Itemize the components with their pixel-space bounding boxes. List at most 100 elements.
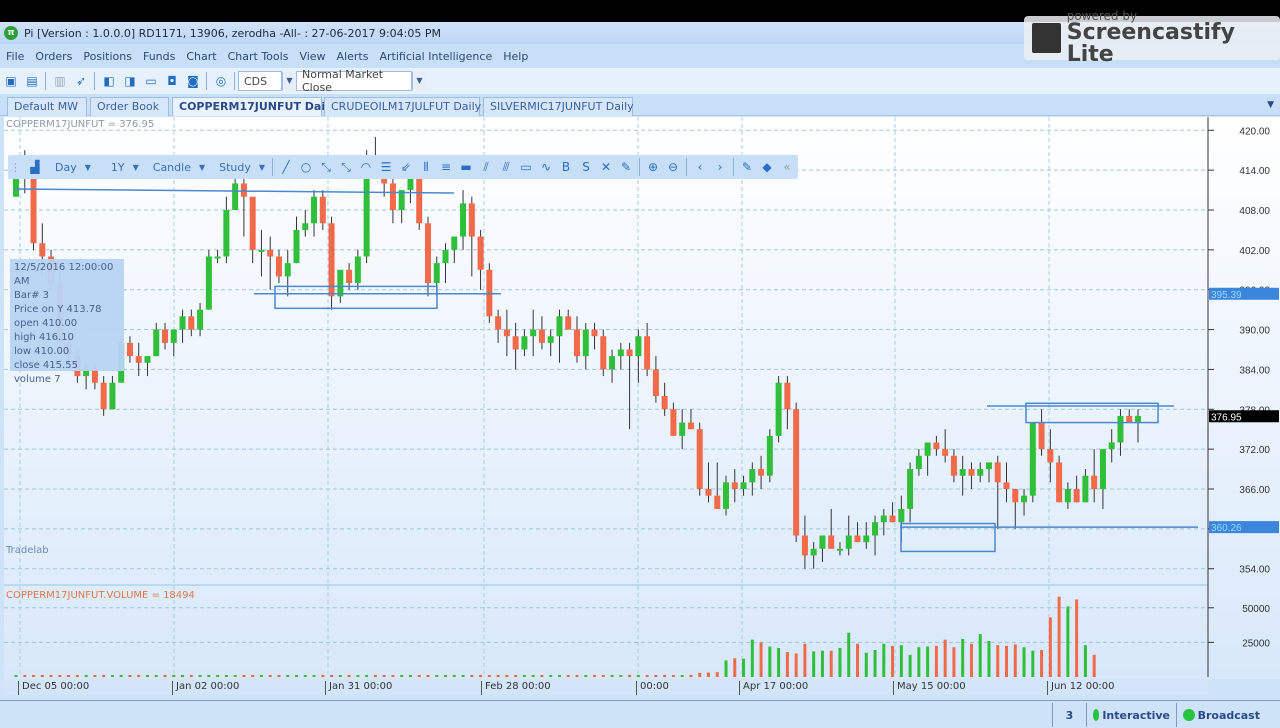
volume-bar (663, 675, 667, 677)
x-tick-label: Jan 31 00:00 (325, 681, 392, 695)
rocket-icon[interactable]: ➶ (73, 73, 89, 89)
candle-body (538, 329, 545, 343)
volume-bar (584, 675, 588, 677)
candle-body (451, 236, 458, 250)
menu-file[interactable]: File (6, 50, 24, 63)
chart-area[interactable]: 420.00414.00408.00402.00396.00390.00384.… (4, 117, 1280, 679)
chevron-down-icon[interactable]: ▼ (259, 163, 265, 172)
edit-icon[interactable]: ✎ (739, 160, 756, 174)
book-edit-icon[interactable]: ◨ (122, 73, 138, 89)
candle-body (170, 329, 177, 343)
tab-crudeoil-daily[interactable]: CRUDEOILM17JULFUT Daily (324, 97, 481, 116)
parallel-lines-2-icon[interactable]: ⫻ (498, 160, 515, 175)
save-icon[interactable]: ▤ (24, 73, 40, 89)
globe-icon[interactable]: ◎ (213, 73, 229, 89)
candle-body (723, 482, 730, 509)
volume-bar (286, 675, 290, 677)
chart-type-icon[interactable]: ▟ (27, 160, 44, 174)
drag-handle[interactable]: ⋮ (10, 161, 21, 174)
candle-body (30, 170, 37, 244)
menu-help[interactable]: Help (503, 50, 528, 63)
menu-orders[interactable]: Orders (35, 50, 72, 63)
volume-bar (1031, 650, 1035, 677)
menu-view[interactable]: View (299, 50, 325, 63)
range-select[interactable]: 1Y (111, 161, 125, 174)
price-chart[interactable]: 420.00414.00408.00402.00396.00390.00384.… (4, 117, 1280, 679)
rectangle-tool-icon[interactable]: ▭ (518, 160, 535, 174)
sell-marker-icon[interactable]: S (578, 160, 595, 174)
menu-chart-tools[interactable]: Chart Tools (228, 50, 289, 63)
cross-marker-icon[interactable]: ✕ (598, 160, 615, 174)
arc-tool-icon[interactable]: ◠ (358, 160, 375, 174)
candle-body (740, 482, 747, 489)
briefcase-closed-icon[interactable]: ◘ (164, 73, 180, 89)
x-tick-label: Feb 28 00:00 (481, 681, 551, 695)
new-window-icon[interactable]: ▣ (3, 73, 19, 89)
candle-body (258, 249, 265, 252)
price-marker-label: 395.39 (1211, 290, 1242, 301)
collapse-toolbar-icon[interactable]: « (779, 160, 796, 174)
vertical-bars-icon[interactable]: ⦀ (418, 160, 435, 175)
menu-positions[interactable]: Positions (83, 50, 132, 63)
chevron-down-icon[interactable]: ▼ (282, 72, 296, 90)
candle-body (793, 409, 800, 536)
parallel-lines-icon[interactable]: ⫽ (478, 160, 495, 175)
volume-bar (812, 651, 816, 677)
chevron-down-icon[interactable]: ▼ (133, 163, 139, 172)
candle-body (731, 482, 738, 489)
chevron-down-icon[interactable]: ▼ (199, 163, 205, 172)
volume-bar (110, 675, 114, 677)
briefcase-icon[interactable]: ▭ (143, 73, 159, 89)
x-tick-label: Apr 17 00:00 (739, 681, 808, 695)
volume-bar (601, 675, 605, 677)
circle-tool-icon[interactable]: ○ (298, 160, 315, 174)
tab-order-book[interactable]: Order Book (90, 97, 169, 116)
scroll-right-icon[interactable]: › (712, 160, 729, 174)
filled-rect-icon[interactable]: ▬ (458, 160, 475, 174)
tab-default-mw[interactable]: Default MW (7, 97, 87, 116)
arrow-tool-icon[interactable]: ⤡ (318, 160, 335, 175)
eraser-icon[interactable]: ◆ (759, 160, 776, 174)
menu-funds[interactable]: Funds (143, 50, 175, 63)
volume-bar (759, 642, 763, 677)
candle-body (1082, 475, 1089, 503)
volume-bar (899, 645, 903, 677)
horizontal-lines-icon[interactable]: ≡ (438, 160, 455, 174)
volume-bar (987, 641, 991, 677)
arrow-tool-2-icon[interactable]: ⤡ (338, 160, 355, 175)
bars-tool-icon[interactable]: ☰ (378, 160, 395, 174)
volume-bar (119, 675, 123, 677)
candle-body (758, 469, 765, 476)
chart-icon[interactable]: ▥ (52, 73, 68, 89)
candle-body (319, 196, 326, 224)
market-status-select[interactable]: Normal Market Close (296, 68, 412, 94)
exchange-select[interactable]: CDS (238, 71, 282, 91)
zoom-in-icon[interactable]: ⊕ (645, 160, 662, 174)
style-select[interactable]: Candle (153, 161, 191, 174)
volume-bar (856, 643, 859, 677)
tab-silver-daily[interactable]: SILVERMIC17JUNFUT Daily (483, 97, 634, 116)
menu-alerts[interactable]: Alerts (337, 50, 369, 63)
briefcase-blue-icon[interactable]: ◙ (185, 73, 201, 89)
volume-bar (321, 675, 325, 677)
y-tick-label: 414.00 (1239, 166, 1270, 177)
scroll-left-icon[interactable]: ‹ (692, 160, 709, 174)
menu-artificial-intelligence[interactable]: Artificial Intelligence (379, 50, 492, 63)
zoom-out-icon[interactable]: ⊖ (665, 160, 682, 174)
pencil-icon[interactable]: ✎ (618, 160, 635, 174)
interval-select[interactable]: Day (55, 161, 77, 174)
book-icon[interactable]: ◧ (101, 73, 117, 89)
tab-overflow-chevron-icon[interactable]: ▼ (1267, 100, 1274, 110)
tab-copper-daily[interactable]: COPPERM17JUNFUT Daily ✕ (172, 97, 349, 116)
line-tool-icon[interactable]: ╱ (278, 160, 295, 174)
study-select[interactable]: Study (219, 161, 251, 174)
tab-strip: Default MW Order Book COPPERM17JUNFUT Da… (0, 94, 1280, 116)
volume-bar (531, 675, 535, 677)
chevron-down-icon[interactable]: ▼ (412, 72, 426, 90)
menu-chart[interactable]: Chart (186, 50, 216, 63)
chevron-down-icon[interactable]: ▼ (85, 163, 91, 172)
arrow-tool-3-icon[interactable]: ⇙ (398, 160, 415, 174)
candle-body (267, 249, 274, 257)
wave-tool-icon[interactable]: ∿ (538, 160, 555, 174)
buy-marker-icon[interactable]: B (558, 160, 575, 174)
